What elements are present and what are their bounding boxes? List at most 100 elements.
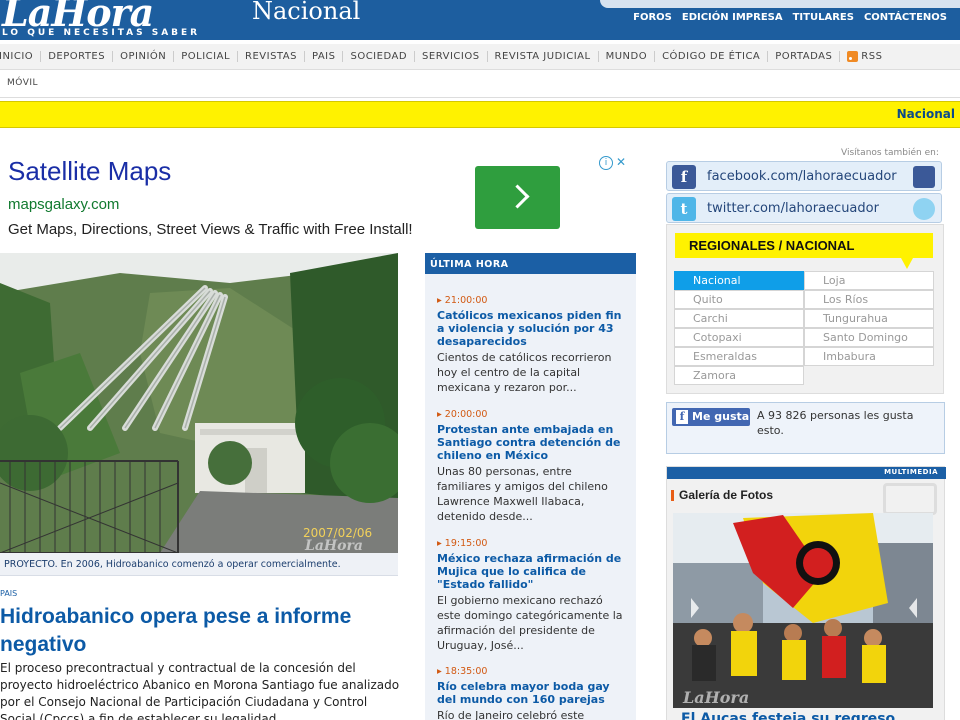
facebook-link[interactable]: f facebook.com/lahoraecuador bbox=[666, 161, 942, 191]
multimedia-bar: MULTIMEDIA bbox=[667, 467, 946, 479]
nav-item-deportes[interactable]: DEPORTES bbox=[41, 51, 114, 62]
news-headline[interactable]: Río celebra mayor boda gay del mundo con… bbox=[437, 680, 629, 706]
region-santo-domingo[interactable]: Santo Domingo bbox=[804, 328, 934, 347]
news-headline[interactable]: Protestan ante embajada en Santiago cont… bbox=[437, 423, 629, 462]
site-header: LaHora LO QUE NECESITAS SABER Nacional F… bbox=[0, 0, 960, 40]
subnav-movil[interactable]: MÓVIL bbox=[0, 78, 38, 88]
news-summary: El gobierno mexicano rechazó este doming… bbox=[437, 594, 623, 652]
region-loja[interactable]: Loja bbox=[804, 271, 934, 290]
social-label: Visítanos también en: bbox=[841, 148, 939, 158]
nav-item-sociedad[interactable]: SOCIEDAD bbox=[343, 51, 416, 62]
article-body: El proceso precontractual y contractual … bbox=[0, 661, 400, 720]
gallery-caption[interactable]: El Aucas festeja su regreso bbox=[681, 711, 895, 720]
logo-tagline: LO QUE NECESITAS SABER bbox=[2, 28, 201, 38]
multimedia-label: MULTIMEDIA bbox=[884, 468, 938, 476]
gallery-title[interactable]: Galería de Fotos bbox=[670, 488, 773, 502]
news-summary: Cientos de católicos recorrieron hoy el … bbox=[437, 351, 612, 394]
news-time: 19:15:00 bbox=[437, 538, 629, 549]
breadcrumb-current[interactable]: Nacional bbox=[897, 107, 955, 121]
news-summary: Río de Janeiro celebró este bbox=[437, 709, 585, 720]
news-time: 21:00:00 bbox=[437, 295, 629, 306]
news-time: 20:00:00 bbox=[437, 409, 629, 420]
top-link-foros[interactable]: FOROS bbox=[628, 12, 677, 23]
regional-title: REGIONALES / NACIONAL bbox=[689, 238, 855, 253]
news-item: 18:35:00 Río celebra mayor boda gay del … bbox=[437, 666, 629, 720]
news-headline[interactable]: Católicos mexicanos piden fin a violenci… bbox=[437, 309, 629, 348]
top-link-titulares[interactable]: TITULARES bbox=[788, 12, 859, 23]
article-photo[interactable]: 2007/02/06 LaHora bbox=[0, 253, 398, 553]
ad-close-icon[interactable]: ✕ bbox=[614, 156, 628, 170]
ultima-hora-panel: ÚLTIMA HORA 21:00:00 Católicos mexicanos… bbox=[425, 253, 636, 720]
ad-title[interactable]: Satellite Maps bbox=[8, 156, 171, 187]
ultima-hora-header: ÚLTIMA HORA bbox=[425, 253, 636, 274]
twitter-bird-icon bbox=[913, 198, 935, 220]
twitter-url: twitter.com/lahoraecuador bbox=[707, 201, 879, 216]
top-link-edicion-impresa[interactable]: EDICIÓN IMPRESA bbox=[677, 12, 788, 23]
facebook-like-box: Me gusta A 93 826 personas les gusta est… bbox=[666, 402, 945, 454]
divider bbox=[0, 97, 960, 98]
region-carchi[interactable]: Carchi bbox=[674, 309, 804, 328]
nav-item-policial[interactable]: POLICIAL bbox=[174, 51, 239, 62]
facebook-badge-icon bbox=[913, 166, 935, 188]
ad-info-icon[interactable]: i bbox=[599, 156, 613, 170]
facebook-icon: f bbox=[672, 165, 696, 189]
news-item: 19:15:00 México rechaza afirmación de Mu… bbox=[437, 538, 629, 653]
regional-title-bar: REGIONALES / NACIONAL bbox=[675, 233, 933, 269]
rss-icon bbox=[847, 51, 859, 62]
regional-panel: REGIONALES / NACIONAL Nacional Quito Car… bbox=[666, 224, 944, 394]
hydro-plant-image: 2007/02/06 LaHora bbox=[0, 253, 398, 553]
article-section[interactable]: PAIS bbox=[0, 589, 17, 598]
nav-item-inicio[interactable]: INICIO bbox=[0, 51, 42, 62]
nav-item-revistas[interactable]: REVISTAS bbox=[238, 51, 305, 62]
ad-banner[interactable]: Satellite Maps mapsgalaxy.com Get Maps, … bbox=[0, 150, 635, 250]
news-summary: Unas 80 personas, entre familiares y ami… bbox=[437, 465, 608, 523]
region-esmeraldas[interactable]: Esmeraldas bbox=[674, 347, 804, 366]
photo-caption: PROYECTO. En 2006, Hidroabanico comenzó … bbox=[4, 559, 341, 570]
section-title: Nacional bbox=[252, 0, 361, 25]
site-logo[interactable]: LaHora LO QUE NECESITAS SABER bbox=[0, 0, 244, 40]
facebook-url: facebook.com/lahoraecuador bbox=[707, 169, 897, 184]
news-item: 20:00:00 Protestan ante embajada en Sant… bbox=[437, 409, 629, 524]
header-decoration bbox=[600, 0, 960, 8]
fans-flag-image: LaHora bbox=[673, 513, 933, 708]
photo-watermark: LaHora bbox=[304, 538, 363, 553]
ultima-hora-title: ÚLTIMA HORA bbox=[430, 259, 509, 270]
nav-item-opinion[interactable]: OPINIÓN bbox=[113, 51, 175, 62]
page: LaHora LO QUE NECESITAS SABER Nacional F… bbox=[0, 0, 960, 720]
nav-item-portadas[interactable]: PORTADAS bbox=[768, 51, 841, 62]
twitter-icon: t bbox=[672, 197, 696, 221]
main-nav: INICIO DEPORTES OPINIÓN POLICIAL REVISTA… bbox=[0, 44, 960, 70]
gallery-watermark: LaHora bbox=[682, 688, 749, 707]
multimedia-panel: MULTIMEDIA Galería de Fotos LaHora El Au… bbox=[666, 466, 946, 720]
camera-icon bbox=[883, 483, 937, 515]
news-time: 18:35:00 bbox=[437, 666, 629, 677]
news-item: 21:00:00 Católicos mexicanos piden fin a… bbox=[437, 295, 629, 395]
nav-item-codigo-de-etica[interactable]: CÓDIGO DE ÉTICA bbox=[655, 51, 769, 62]
gallery-photo[interactable]: LaHora bbox=[673, 513, 933, 708]
article-title[interactable]: Hidroabanico opera pese a informe negati… bbox=[0, 603, 400, 659]
top-links: FOROS EDICIÓN IMPRESA TITULARES CONTÁCTE… bbox=[628, 12, 952, 23]
news-headline[interactable]: México rechaza afirmación de Mujica que … bbox=[437, 552, 629, 591]
nav-item-servicios[interactable]: SERVICIOS bbox=[415, 51, 488, 62]
region-imbabura[interactable]: Imbabura bbox=[804, 347, 934, 366]
region-nacional[interactable]: Nacional bbox=[674, 271, 804, 290]
ad-url[interactable]: mapsgalaxy.com bbox=[8, 196, 119, 213]
top-link-contactenos[interactable]: CONTÁCTENOS bbox=[859, 12, 952, 23]
nav-item-mundo[interactable]: MUNDO bbox=[599, 51, 656, 62]
breadcrumb-bar: Nacional bbox=[0, 101, 960, 128]
nav-item-rss[interactable]: RSS bbox=[840, 51, 889, 62]
like-count-text: A 93 826 personas les gusta esto. bbox=[757, 409, 914, 437]
region-cotopaxi[interactable]: Cotopaxi bbox=[674, 328, 804, 347]
photo-caption-box: PROYECTO. En 2006, Hidroabanico comenzó … bbox=[0, 553, 398, 576]
region-tungurahua[interactable]: Tungurahua bbox=[804, 309, 934, 328]
twitter-link[interactable]: t twitter.com/lahoraecuador bbox=[666, 193, 942, 223]
ad-description: Get Maps, Directions, Street Views & Tra… bbox=[8, 221, 413, 238]
region-quito[interactable]: Quito bbox=[674, 290, 804, 309]
like-button[interactable]: Me gusta bbox=[672, 408, 750, 426]
region-los-rios[interactable]: Los Ríos bbox=[804, 290, 934, 309]
nav-item-revista-judicial[interactable]: REVISTA JUDICIAL bbox=[488, 51, 599, 62]
ad-arrow-button[interactable] bbox=[475, 166, 560, 229]
rss-label: RSS bbox=[861, 51, 883, 62]
region-zamora[interactable]: Zamora bbox=[674, 366, 804, 385]
nav-item-pais[interactable]: PAIS bbox=[305, 51, 344, 62]
